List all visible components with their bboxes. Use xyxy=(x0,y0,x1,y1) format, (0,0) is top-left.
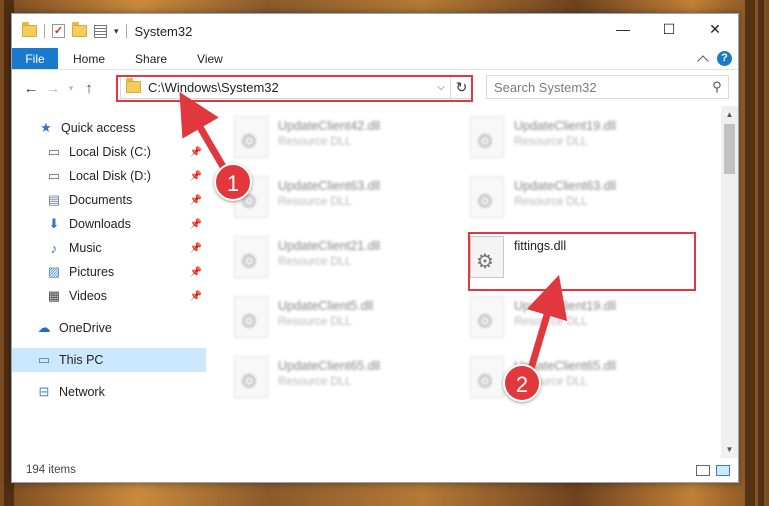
arrow-1 xyxy=(179,91,229,174)
annotation-arrows xyxy=(179,91,568,376)
step-2-badge: 2 xyxy=(503,364,541,402)
step-1-badge: 1 xyxy=(214,163,252,201)
arrow-2 xyxy=(526,274,568,376)
